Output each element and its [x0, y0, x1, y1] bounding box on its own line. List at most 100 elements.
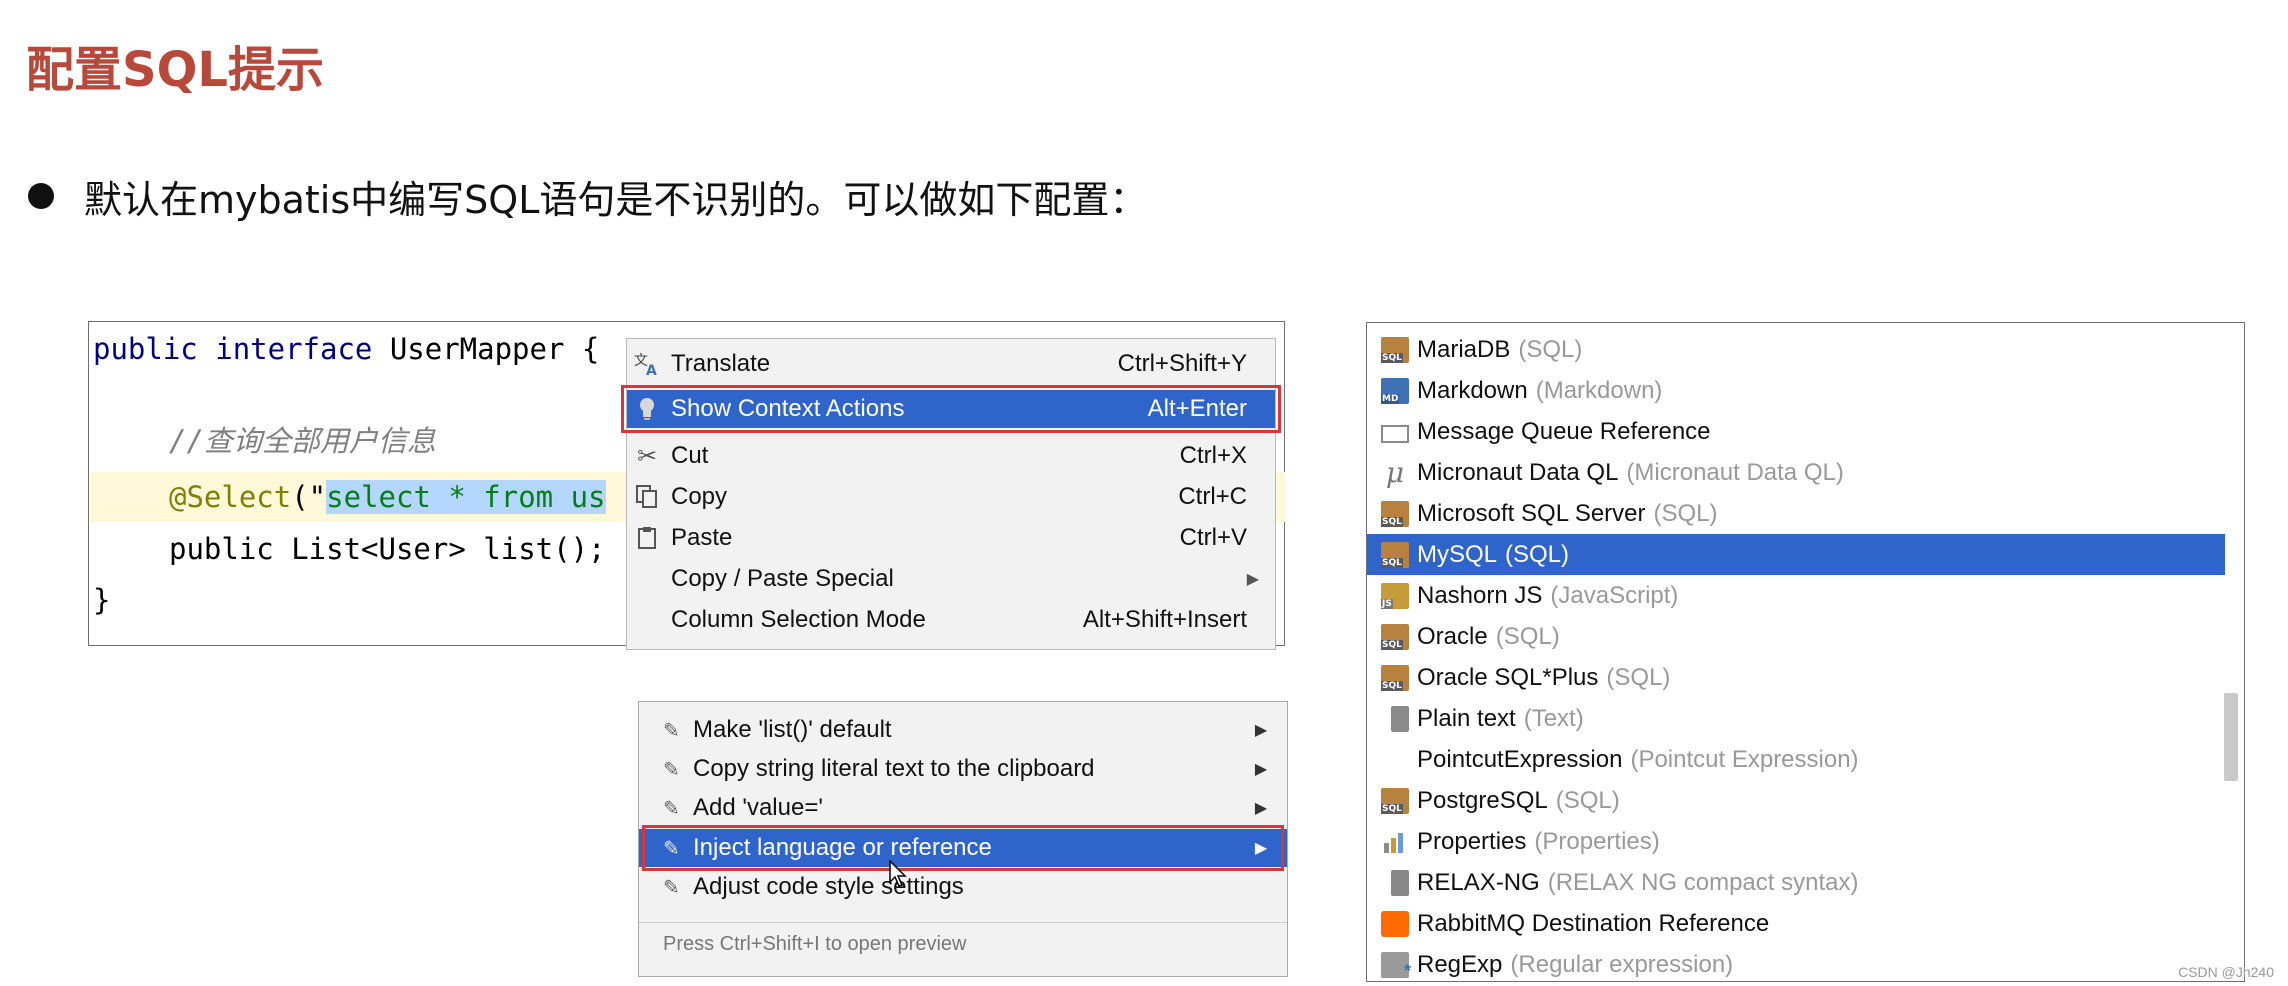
menu-item-shortcut: Alt+Shift+Insert: [1082, 606, 1247, 633]
copy-icon: [627, 485, 667, 509]
sql-language-icon: [1381, 541, 1409, 568]
js-language-icon: [1381, 582, 1409, 609]
txt-language-icon: [1391, 705, 1409, 732]
language-item[interactable]: Plain text (Text): [1367, 698, 2225, 739]
language-item[interactable]: RELAX-NG (RELAX NG compact syntax): [1367, 862, 2225, 903]
language-item[interactable]: Properties (Properties): [1367, 821, 2225, 862]
language-item[interactable]: Message Queue Reference: [1367, 411, 2225, 452]
selected-sql-string[interactable]: select * from us: [326, 480, 606, 514]
props-language-icon: [1381, 829, 1409, 855]
highlight-frame: [621, 385, 1281, 433]
language-name: Message Queue Reference: [1417, 417, 1711, 445]
language-detail: (Regular expression): [1510, 950, 1734, 978]
language-detail: (SQL): [1653, 499, 1718, 527]
language-item[interactable]: Oracle SQL*Plus(SQL): [1367, 657, 2225, 698]
sql-language-icon: [1381, 336, 1409, 363]
intention-adjust-code-style[interactable]: ✎ Adjust code style settings: [639, 868, 1287, 906]
language-item[interactable]: PointcutExpression (Pointcut Expression): [1367, 739, 2225, 780]
menu-item-shortcut: Ctrl+C: [1178, 483, 1247, 510]
language-item[interactable]: RabbitMQ Destination Reference: [1367, 903, 2225, 944]
language-name: Microsoft SQL Server: [1417, 499, 1646, 527]
language-detail: (Text): [1523, 704, 1584, 732]
menu-item-label: Translate: [671, 350, 771, 377]
intention-icon: ✎: [663, 797, 680, 820]
scrollbar-thumb[interactable]: [2224, 693, 2238, 781]
language-name: RegExp: [1417, 950, 1503, 978]
menu-item-translate[interactable]: 文A Translate Ctrl+Shift+Y: [627, 345, 1275, 383]
scissors-icon: ✂: [636, 442, 658, 470]
language-item[interactable]: Markdown(Markdown): [1367, 370, 2225, 411]
language-item[interactable]: Microsoft SQL Server(SQL): [1367, 493, 2225, 534]
bullet-icon: [28, 183, 54, 209]
menu-item-label: Copy / Paste Special: [671, 565, 894, 592]
language-name: Oracle: [1417, 622, 1488, 650]
intention-add-value[interactable]: ✎ Add 'value=' ▶: [639, 789, 1287, 827]
language-detail: (SQL): [1555, 786, 1620, 814]
mu-language-icon: μ: [1385, 455, 1405, 489]
language-detail: (SQL): [1505, 540, 1570, 568]
keyword-public: public: [93, 332, 198, 366]
language-detail: (Pointcut Expression): [1630, 745, 1859, 773]
language-name: Oracle SQL*Plus: [1417, 663, 1599, 691]
code-line-method[interactable]: public List<User> list();: [169, 527, 606, 571]
sql-language-icon: [1381, 787, 1409, 814]
language-name: Micronaut Data QL: [1417, 458, 1619, 486]
language-icon-slot: [1373, 869, 1409, 896]
language-name: PointcutExpression: [1417, 745, 1623, 773]
menu-item-paste[interactable]: Paste Ctrl+V: [627, 519, 1275, 557]
language-item[interactable]: PostgreSQL(SQL): [1367, 780, 2225, 821]
intention-icon: ✎: [663, 876, 680, 899]
language-detail: (SQL): [1518, 335, 1583, 363]
bullet-point: 默认在mybatis中编写SQL语句是不识别的。可以做如下配置：: [28, 168, 1147, 224]
menu-item-column-selection-mode[interactable]: Column Selection Mode Alt+Shift+Insert: [627, 601, 1275, 639]
code-closing-brace[interactable]: }: [93, 578, 110, 622]
language-item[interactable]: Nashorn JS(JavaScript): [1367, 575, 2225, 616]
language-item[interactable]: Oracle(SQL): [1367, 616, 2225, 657]
language-detail: (JavaScript): [1550, 581, 1679, 609]
intention-icon: ✎: [663, 719, 680, 742]
clipboard-icon: [627, 526, 667, 550]
keyword-interface: interface: [215, 332, 373, 366]
language-item[interactable]: μ Micronaut Data QL (Micronaut Data QL): [1367, 452, 2225, 493]
code-line-interface[interactable]: public interface UserMapper {: [93, 327, 599, 371]
language-item[interactable]: MySQL(SQL): [1367, 534, 2225, 575]
language-name: PostgreSQL: [1417, 786, 1548, 814]
intention-label: Copy string literal text to the clipboar…: [693, 755, 1095, 782]
submenu-arrow-icon: ▶: [1246, 571, 1259, 588]
bullet-text: 默认在mybatis中编写SQL语句是不识别的。可以做如下配置：: [84, 177, 1148, 222]
sql-language-icon: [1381, 664, 1409, 691]
language-detail: (SQL): [1495, 622, 1560, 650]
menu-item-copy-paste-special[interactable]: Copy / Paste Special ▶: [627, 560, 1275, 598]
code-comment[interactable]: //查询全部用户信息: [169, 419, 436, 463]
language-item[interactable]: MariaDB(SQL): [1367, 329, 2225, 370]
highlight-frame: [642, 825, 1284, 871]
menu-item-label: Cut: [671, 442, 709, 469]
language-list[interactable]: MariaDB(SQL)Markdown(Markdown) Message Qu…: [1366, 322, 2245, 982]
code-line-select-annotation[interactable]: @Select("select * from us: [169, 475, 606, 519]
translate-icon: 文A: [627, 351, 667, 377]
mq-language-icon: [1381, 424, 1409, 443]
language-icon-slot: [1373, 421, 1409, 443]
language-icon-slot: [1373, 664, 1409, 691]
language-icon-slot: [1373, 336, 1409, 363]
language-icon-slot: [1373, 582, 1409, 609]
menu-item-cut[interactable]: ✂ Cut Ctrl+X: [627, 437, 1275, 475]
language-icon-slot: μ: [1373, 455, 1409, 489]
intention-make-list-default[interactable]: ✎ Make 'list()' default ▶: [639, 711, 1287, 749]
language-detail: (Micronaut Data QL): [1626, 458, 1844, 486]
menu-item-copy[interactable]: Copy Ctrl+C: [627, 478, 1275, 516]
language-name: Nashorn JS: [1417, 581, 1543, 609]
interface-name: UserMapper {: [372, 332, 600, 366]
watermark: CSDN @Jh240: [2178, 964, 2274, 980]
sql-language-icon: [1381, 500, 1409, 527]
language-icon-slot: [1373, 787, 1409, 814]
intention-copy-string-literal[interactable]: ✎ Copy string literal text to the clipbo…: [639, 750, 1287, 788]
submenu-arrow-icon: ▶: [1254, 722, 1268, 739]
language-item[interactable]: RegExp(Regular expression): [1367, 944, 2225, 981]
preview-hint: Press Ctrl+Shift+I to open preview: [663, 933, 967, 955]
menu-item-shortcut: Ctrl+Shift+Y: [1117, 350, 1247, 377]
language-icon-slot: [1373, 541, 1409, 568]
regex-language-icon: [1381, 951, 1411, 981]
editor-context-menu: 文A Translate Ctrl+Shift+Y Show Context A…: [621, 338, 1281, 650]
intention-label: Make 'list()' default: [693, 716, 892, 743]
